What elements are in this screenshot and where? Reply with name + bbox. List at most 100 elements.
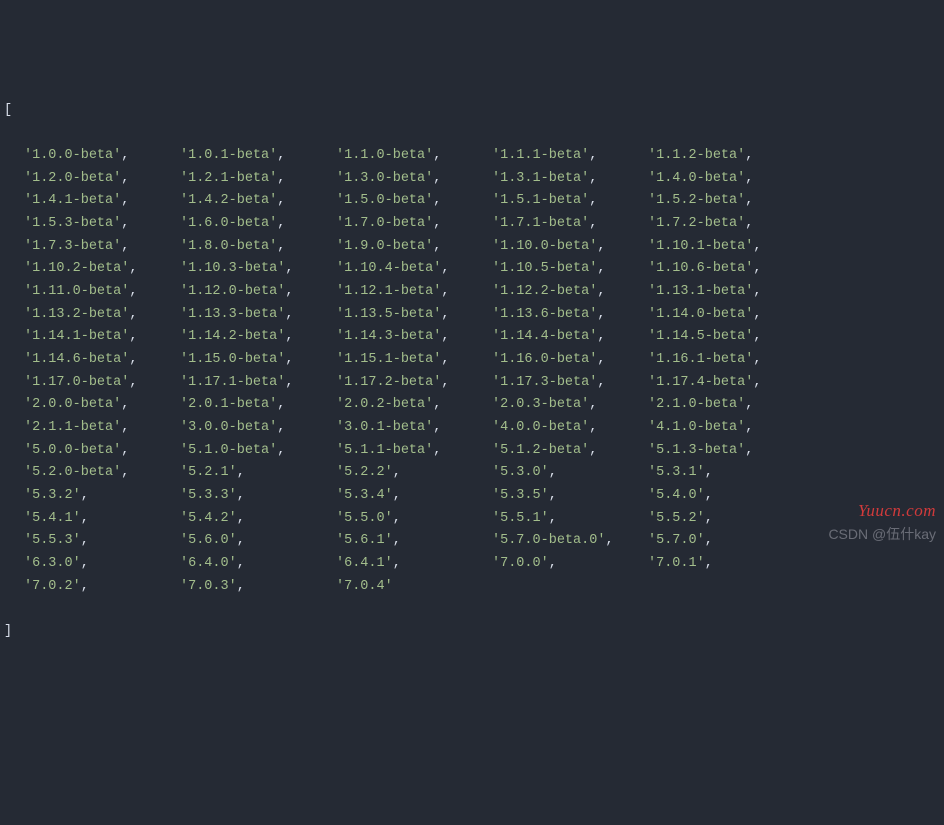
version-item: '3.0.0-beta', xyxy=(180,417,336,440)
version-item: '5.4.0', xyxy=(648,485,713,508)
version-item: '2.1.1-beta', xyxy=(24,417,180,440)
version-item: '1.10.1-beta', xyxy=(648,236,761,259)
version-item: '1.14.0-beta', xyxy=(648,304,761,327)
version-list: '1.0.0-beta','1.0.1-beta','1.1.0-beta','… xyxy=(0,145,944,598)
version-item: '5.5.0', xyxy=(336,508,492,531)
version-item: '1.5.0-beta', xyxy=(336,190,492,213)
version-row: '1.13.2-beta','1.13.3-beta','1.13.5-beta… xyxy=(0,304,944,327)
version-item: '1.7.3-beta', xyxy=(24,236,180,259)
version-item: '5.6.0', xyxy=(180,530,336,553)
version-item: '1.17.3-beta', xyxy=(492,372,648,395)
version-item: '1.6.0-beta', xyxy=(180,213,336,236)
version-item: '5.3.2', xyxy=(24,485,180,508)
version-row: '2.0.0-beta','2.0.1-beta','2.0.2-beta','… xyxy=(0,394,944,417)
version-row: '5.4.1','5.4.2','5.5.0','5.5.1','5.5.2', xyxy=(0,508,944,531)
version-item: '1.9.0-beta', xyxy=(336,236,492,259)
version-row: '6.3.0','6.4.0','6.4.1','7.0.0','7.0.1', xyxy=(0,553,944,576)
version-item: '1.10.6-beta', xyxy=(648,258,761,281)
version-item: '7.0.3', xyxy=(180,576,336,599)
version-item: '1.13.5-beta', xyxy=(336,304,492,327)
version-item: '1.17.0-beta', xyxy=(24,372,180,395)
version-row: '5.3.2','5.3.3','5.3.4','5.3.5','5.4.0', xyxy=(0,485,944,508)
version-row: '5.0.0-beta','5.1.0-beta','5.1.1-beta','… xyxy=(0,440,944,463)
version-item: '1.14.5-beta', xyxy=(648,326,761,349)
version-item: '5.3.1', xyxy=(648,462,713,485)
version-item: '1.14.4-beta', xyxy=(492,326,648,349)
version-item: '1.14.6-beta', xyxy=(24,349,180,372)
version-item: '5.1.0-beta', xyxy=(180,440,336,463)
version-item: '4.1.0-beta', xyxy=(648,417,753,440)
version-item: '5.0.0-beta', xyxy=(24,440,180,463)
version-row: '1.2.0-beta','1.2.1-beta','1.3.0-beta','… xyxy=(0,168,944,191)
version-item: '1.2.1-beta', xyxy=(180,168,336,191)
version-item: '1.10.0-beta', xyxy=(492,236,648,259)
version-row: '7.0.2','7.0.3','7.0.4' xyxy=(0,576,944,599)
version-item: '2.0.2-beta', xyxy=(336,394,492,417)
version-row: '1.17.0-beta','1.17.1-beta','1.17.2-beta… xyxy=(0,372,944,395)
version-item: '1.4.0-beta', xyxy=(648,168,753,191)
version-item: '2.0.3-beta', xyxy=(492,394,648,417)
version-item: '5.3.3', xyxy=(180,485,336,508)
version-item: '6.3.0', xyxy=(24,553,180,576)
version-item: '5.1.2-beta', xyxy=(492,440,648,463)
version-item: '1.10.2-beta', xyxy=(24,258,180,281)
version-row: '1.14.6-beta','1.15.0-beta','1.15.1-beta… xyxy=(0,349,944,372)
version-item: '1.3.1-beta', xyxy=(492,168,648,191)
version-item: '5.3.5', xyxy=(492,485,648,508)
version-item: '2.1.0-beta', xyxy=(648,394,753,417)
version-item: '1.17.2-beta', xyxy=(336,372,492,395)
version-item: '1.7.0-beta', xyxy=(336,213,492,236)
version-item: '1.3.0-beta', xyxy=(336,168,492,191)
version-row: '1.5.3-beta','1.6.0-beta','1.7.0-beta','… xyxy=(0,213,944,236)
version-item: '7.0.0', xyxy=(492,553,648,576)
version-item: '5.2.0-beta', xyxy=(24,462,180,485)
version-item: '5.3.0', xyxy=(492,462,648,485)
version-item: '5.4.1', xyxy=(24,508,180,531)
version-item: '1.10.5-beta', xyxy=(492,258,648,281)
watermark-site: Yuucn.com xyxy=(858,497,936,526)
version-item: '5.5.1', xyxy=(492,508,648,531)
version-item: '7.0.1', xyxy=(648,553,713,576)
version-item: '1.14.3-beta', xyxy=(336,326,492,349)
version-item: '1.1.1-beta', xyxy=(492,145,648,168)
version-row: '1.7.3-beta','1.8.0-beta','1.9.0-beta','… xyxy=(0,236,944,259)
version-item: '1.15.1-beta', xyxy=(336,349,492,372)
version-item: '3.0.1-beta', xyxy=(336,417,492,440)
version-item: '1.7.1-beta', xyxy=(492,213,648,236)
version-item: '5.1.3-beta', xyxy=(648,440,753,463)
version-item: '7.0.4' xyxy=(336,576,492,599)
version-item: '6.4.1', xyxy=(336,553,492,576)
version-item: '1.0.1-beta', xyxy=(180,145,336,168)
version-item: '1.10.4-beta', xyxy=(336,258,492,281)
version-item: '5.7.0', xyxy=(648,530,713,553)
version-item: '5.1.1-beta', xyxy=(336,440,492,463)
version-item: '1.4.1-beta', xyxy=(24,190,180,213)
version-item: '5.6.1', xyxy=(336,530,492,553)
version-item: '1.13.2-beta', xyxy=(24,304,180,327)
version-row: '1.14.1-beta','1.14.2-beta','1.14.3-beta… xyxy=(0,326,944,349)
version-item: '1.5.2-beta', xyxy=(648,190,753,213)
version-item: '1.12.1-beta', xyxy=(336,281,492,304)
version-item: '5.5.3', xyxy=(24,530,180,553)
version-item: '1.16.1-beta', xyxy=(648,349,761,372)
version-item: '1.17.1-beta', xyxy=(180,372,336,395)
version-item: '5.4.2', xyxy=(180,508,336,531)
version-row: '5.5.3','5.6.0','5.6.1','5.7.0-beta.0','… xyxy=(0,530,944,553)
version-row: '1.0.0-beta','1.0.1-beta','1.1.0-beta','… xyxy=(0,145,944,168)
version-item: '1.11.0-beta', xyxy=(24,281,180,304)
version-item: '1.10.3-beta', xyxy=(180,258,336,281)
version-item: '4.0.0-beta', xyxy=(492,417,648,440)
version-row: '2.1.1-beta','3.0.0-beta','3.0.1-beta','… xyxy=(0,417,944,440)
array-open-bracket: [ xyxy=(0,100,944,123)
version-item: '1.2.0-beta', xyxy=(24,168,180,191)
version-item: '1.14.1-beta', xyxy=(24,326,180,349)
version-item: '7.0.2', xyxy=(24,576,180,599)
version-item: '5.5.2', xyxy=(648,508,713,531)
version-item: '1.13.6-beta', xyxy=(492,304,648,327)
version-item: '1.12.2-beta', xyxy=(492,281,648,304)
version-item: '1.17.4-beta', xyxy=(648,372,761,395)
version-item: '1.12.0-beta', xyxy=(180,281,336,304)
version-item: '1.1.2-beta', xyxy=(648,145,753,168)
version-item: '5.2.2', xyxy=(336,462,492,485)
version-item: '1.15.0-beta', xyxy=(180,349,336,372)
